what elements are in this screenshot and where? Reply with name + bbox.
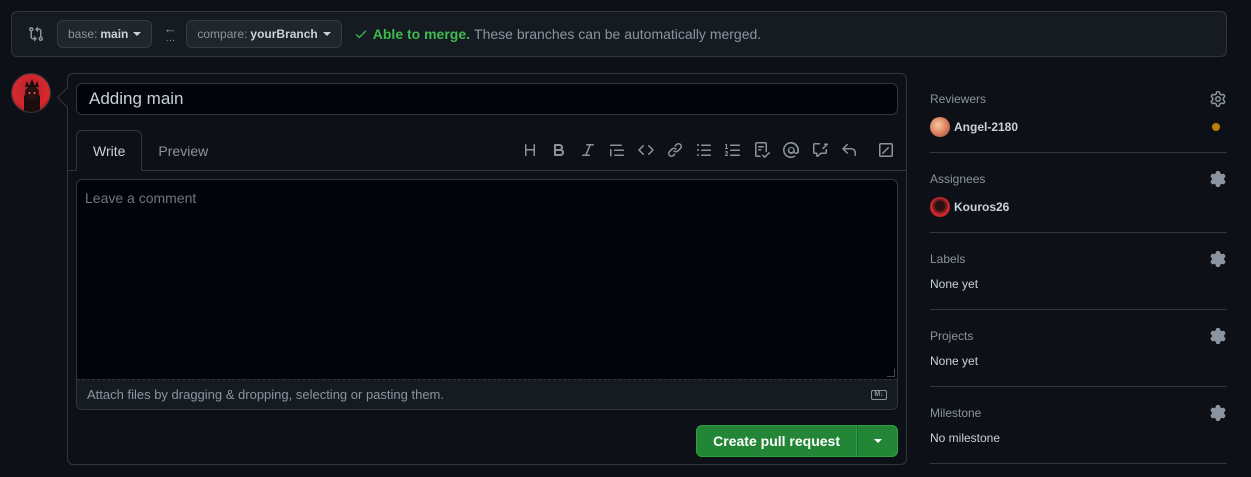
chevron-down-icon: [873, 439, 882, 443]
compare-branch-select[interactable]: compare: yourBranch: [186, 20, 342, 48]
projects-value: None yet: [930, 354, 979, 368]
assignees-label: Assignees: [930, 172, 986, 186]
git-compare-icon: [28, 26, 44, 42]
merge-status: Able to merge. These branches can be aut…: [354, 26, 761, 42]
projects-section: Projects None yet: [930, 310, 1227, 387]
avatar: [930, 117, 950, 137]
compare-prefix: compare:: [197, 27, 248, 41]
quote-icon[interactable]: [602, 140, 631, 160]
assignee-name: Kouros26: [954, 200, 1010, 214]
base-branch-name: main: [100, 27, 129, 41]
resize-handle[interactable]: [887, 369, 895, 377]
italic-icon[interactable]: [573, 140, 602, 160]
merge-status-title: Able to merge.: [372, 26, 471, 42]
compare-arrow: ← …: [160, 22, 180, 44]
compare-branch-name: yourBranch: [250, 27, 318, 41]
editor-tabs: Write Preview: [76, 130, 224, 171]
file-attachment-bar[interactable]: Attach files by dragging & dropping, sel…: [77, 379, 897, 409]
milestone-label: Milestone: [930, 406, 982, 420]
assignees-section: Assignees Kouros26: [930, 153, 1227, 233]
task-list-icon[interactable]: [747, 140, 776, 160]
comment-editor: Attach files by dragging & dropping, sel…: [76, 179, 898, 410]
comment-textarea[interactable]: [77, 180, 897, 379]
chevron-down-icon: [133, 32, 142, 36]
milestone-section: Milestone No milestone: [930, 387, 1227, 464]
reviewers-section: Reviewers Angel-2180: [930, 73, 1227, 153]
attach-hint: Attach files by dragging & dropping, sel…: [87, 387, 444, 402]
gear-icon[interactable]: [1210, 171, 1226, 187]
milestone-header[interactable]: Milestone: [930, 405, 1227, 421]
labels-header[interactable]: Labels: [930, 251, 1227, 267]
cross-reference-icon[interactable]: [805, 140, 834, 160]
gear-icon[interactable]: [1210, 91, 1226, 107]
pull-request-composer: Write Preview Attach files by dragging &…: [67, 73, 907, 465]
gear-icon[interactable]: [1210, 251, 1226, 267]
avatar[interactable]: [11, 73, 51, 113]
check-icon: [354, 27, 368, 41]
projects-label: Projects: [930, 329, 974, 343]
labels-value: None yet: [930, 277, 979, 291]
markdown-icon[interactable]: M↓: [871, 389, 887, 400]
gear-icon[interactable]: [1210, 405, 1226, 421]
reviewer-name: Angel-2180: [954, 120, 1019, 134]
reviewer-item[interactable]: Angel-2180: [930, 117, 1227, 137]
tab-write[interactable]: Write: [76, 130, 143, 171]
gear-icon[interactable]: [1210, 328, 1226, 344]
tabs-divider: [68, 170, 906, 171]
link-icon[interactable]: [660, 140, 689, 160]
chevron-down-icon: [322, 32, 331, 36]
pr-sidebar: Reviewers Angel-2180 Assignees Kouros26 …: [930, 73, 1227, 464]
base-prefix: base:: [68, 27, 98, 41]
ordered-list-icon[interactable]: [718, 140, 747, 160]
labels-section: Labels None yet: [930, 233, 1227, 310]
reviewers-header[interactable]: Reviewers: [930, 91, 1227, 107]
reply-icon[interactable]: [834, 140, 863, 160]
tab-preview[interactable]: Preview: [142, 130, 224, 171]
heading-icon[interactable]: [515, 140, 544, 160]
projects-header[interactable]: Projects: [930, 328, 1227, 344]
merge-status-description: These branches can be automatically merg…: [474, 26, 762, 42]
code-icon[interactable]: [631, 140, 660, 160]
fullscreen-icon[interactable]: [871, 140, 900, 160]
labels-label: Labels: [930, 252, 966, 266]
milestone-value: No milestone: [930, 431, 1001, 445]
bold-icon[interactable]: [544, 140, 573, 160]
pr-title-input[interactable]: [76, 83, 898, 115]
branch-range-bar: base: main ← … compare: yourBranch Able …: [11, 11, 1227, 57]
avatar: [930, 197, 950, 217]
reviewers-label: Reviewers: [930, 92, 987, 106]
create-pr-button-group: Create pull request: [696, 425, 898, 457]
unordered-list-icon[interactable]: [689, 140, 718, 160]
create-options-dropdown[interactable]: [857, 425, 898, 457]
create-pull-request-button[interactable]: Create pull request: [696, 425, 857, 457]
assignee-item[interactable]: Kouros26: [930, 197, 1227, 217]
pending-review-dot: [1212, 123, 1220, 131]
base-branch-select[interactable]: base: main: [57, 20, 153, 48]
ellipsis-icon: …: [165, 33, 176, 44]
mention-icon[interactable]: [776, 140, 805, 160]
assignees-header[interactable]: Assignees: [930, 171, 1227, 187]
markdown-toolbar: [515, 140, 900, 160]
